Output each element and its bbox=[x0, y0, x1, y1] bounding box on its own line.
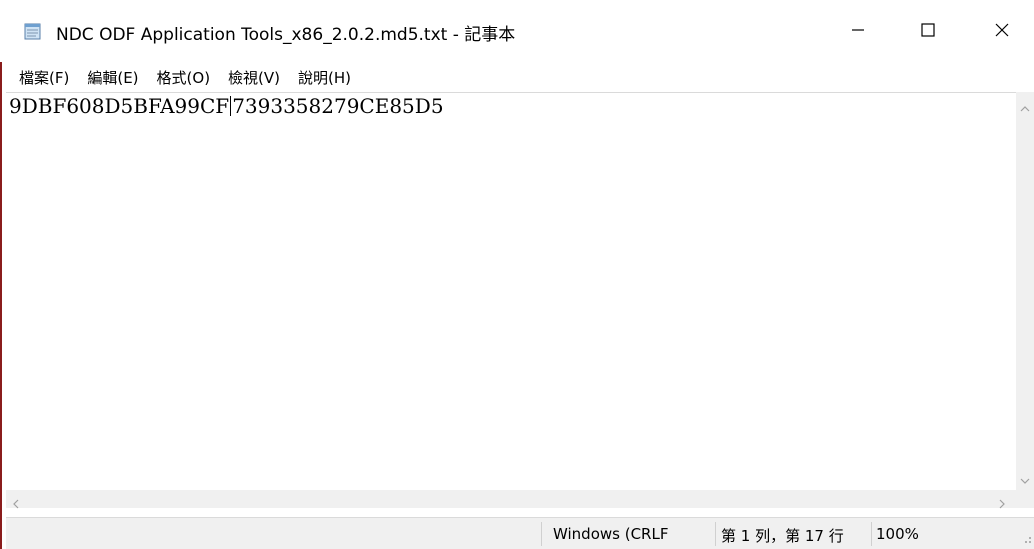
scroll-left-arrow-icon[interactable] bbox=[12, 494, 20, 513]
menu-help[interactable]: 說明(H) bbox=[293, 65, 356, 90]
minimize-button[interactable] bbox=[826, 0, 890, 62]
notepad-icon bbox=[24, 22, 42, 40]
text-before-caret: 9DBF608D5BFA99CF bbox=[9, 94, 230, 118]
status-zoom: 100% bbox=[876, 525, 919, 543]
text-editor[interactable]: 9DBF608D5BFA99CF 7393358279CE85D5 bbox=[6, 92, 1016, 491]
vertical-scrollbar[interactable] bbox=[1016, 92, 1034, 490]
editor-content[interactable]: 9DBF608D5BFA99CF 7393358279CE85D5 bbox=[9, 93, 444, 119]
status-bar: Windows (CRLF 第 1 列，第 17 行 100% bbox=[6, 517, 1034, 549]
scroll-up-arrow-icon[interactable] bbox=[1020, 98, 1030, 117]
status-divider bbox=[541, 522, 542, 546]
status-line-ending: Windows (CRLF bbox=[553, 525, 669, 543]
close-button[interactable] bbox=[970, 0, 1034, 62]
menu-file[interactable]: 檔案(F) bbox=[14, 65, 74, 90]
close-icon bbox=[995, 22, 1009, 41]
maximize-button[interactable] bbox=[896, 0, 960, 62]
title-bar[interactable]: NDC ODF Application Tools_x86_2.0.2.md5.… bbox=[0, 0, 1034, 62]
window-title: NDC ODF Application Tools_x86_2.0.2.md5.… bbox=[56, 25, 516, 45]
maximize-icon bbox=[921, 22, 935, 41]
menu-view[interactable]: 檢視(V) bbox=[223, 65, 285, 90]
menu-format[interactable]: 格式(O) bbox=[152, 65, 216, 90]
status-cursor-position: 第 1 列，第 17 行 bbox=[721, 527, 844, 545]
resize-grip-icon[interactable] bbox=[1020, 529, 1032, 548]
minimize-icon bbox=[851, 22, 865, 41]
text-after-caret: 7393358279CE85D5 bbox=[232, 94, 444, 118]
scroll-down-arrow-icon[interactable] bbox=[1020, 470, 1030, 489]
status-divider bbox=[871, 522, 872, 546]
scroll-right-arrow-icon[interactable] bbox=[998, 494, 1006, 513]
scrollbar-corner bbox=[1016, 490, 1034, 508]
status-divider bbox=[715, 522, 716, 546]
menu-edit[interactable]: 編輯(E) bbox=[82, 65, 143, 90]
notepad-window: NDC ODF Application Tools_x86_2.0.2.md5.… bbox=[0, 0, 1034, 549]
horizontal-scrollbar[interactable] bbox=[6, 490, 1016, 509]
menu-bar: 檔案(F) 編輯(E) 格式(O) 檢視(V) 說明(H) bbox=[0, 62, 1034, 92]
